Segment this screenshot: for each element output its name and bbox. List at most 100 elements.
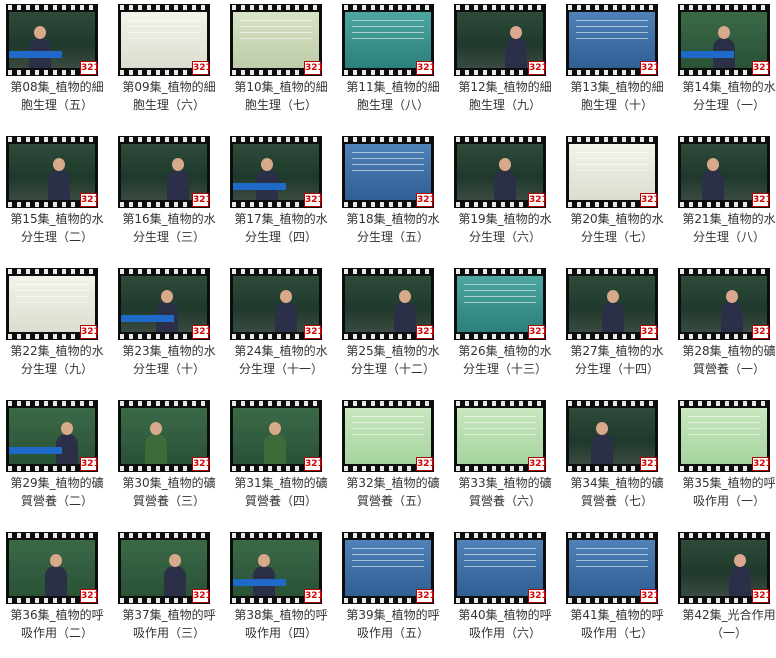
video-thumbnail[interactable]: 321 <box>230 400 322 472</box>
video-title-link[interactable]: 第36集_植物的呼 吸作用（二） <box>3 606 111 642</box>
video-title-link[interactable]: 第10集_植物的細 胞生理（七） <box>227 78 335 114</box>
video-thumbnail[interactable]: 321 <box>566 532 658 604</box>
video-thumbnail[interactable]: 321 <box>566 136 658 208</box>
video-title-link[interactable]: 第22集_植物的水 分生理（九） <box>3 342 111 378</box>
video-item[interactable]: 321 第34集_植物的礦 質營養（七） <box>563 396 675 526</box>
video-title-link[interactable]: 第42集_光合作用 （一） <box>675 606 776 642</box>
video-item[interactable]: 321 第28集_植物的礦 質營養（一） <box>675 264 776 394</box>
video-thumbnail[interactable]: 321 <box>6 136 98 208</box>
video-item[interactable]: 321 第12集_植物的細 胞生理（九） <box>451 0 563 130</box>
video-item[interactable]: 321 第24集_植物的水 分生理（十一） <box>227 264 339 394</box>
video-item[interactable]: 321 第18集_植物的水 分生理（五） <box>339 132 451 262</box>
video-thumbnail[interactable]: 321 <box>342 268 434 340</box>
video-item[interactable]: 321 第35集_植物的呼 吸作用（一） <box>675 396 776 526</box>
video-title-link[interactable]: 第31集_植物的礦 質營養（四） <box>227 474 335 510</box>
video-title-link[interactable]: 第35集_植物的呼 吸作用（一） <box>675 474 776 510</box>
video-title-link[interactable]: 第15集_植物的水 分生理（二） <box>3 210 111 246</box>
video-title-link[interactable]: 第09集_植物的細 胞生理（六） <box>115 78 223 114</box>
video-item[interactable]: 321 第37集_植物的呼 吸作用（三） <box>115 528 227 658</box>
video-item[interactable]: 321 第13集_植物的細 胞生理（十） <box>563 0 675 130</box>
video-item[interactable]: 321 第30集_植物的礦 質營養（三） <box>115 396 227 526</box>
video-title-link[interactable]: 第20集_植物的水 分生理（七） <box>563 210 671 246</box>
video-title-link[interactable]: 第12集_植物的細 胞生理（九） <box>451 78 559 114</box>
video-title-link[interactable]: 第16集_植物的水 分生理（三） <box>115 210 223 246</box>
video-title-link[interactable]: 第17集_植物的水 分生理（四） <box>227 210 335 246</box>
video-title-link[interactable]: 第21集_植物的水 分生理（八） <box>675 210 776 246</box>
video-item[interactable]: 321 第15集_植物的水 分生理（二） <box>3 132 115 262</box>
video-item[interactable]: 321 第42集_光合作用 （一） <box>675 528 776 658</box>
video-thumbnail[interactable]: 321 <box>230 532 322 604</box>
video-title-link[interactable]: 第24集_植物的水 分生理（十一） <box>227 342 335 378</box>
video-title-link[interactable]: 第37集_植物的呼 吸作用（三） <box>115 606 223 642</box>
video-thumbnail[interactable]: 321 <box>118 400 210 472</box>
video-item[interactable]: 321 第10集_植物的細 胞生理（七） <box>227 0 339 130</box>
video-title-link[interactable]: 第32集_植物的礦 質營養（五） <box>339 474 447 510</box>
video-thumbnail[interactable]: 321 <box>342 4 434 76</box>
video-item[interactable]: 321 第32集_植物的礦 質營養（五） <box>339 396 451 526</box>
video-title-link[interactable]: 第40集_植物的呼 吸作用（六） <box>451 606 559 642</box>
video-item[interactable]: 321 第38集_植物的呼 吸作用（四） <box>227 528 339 658</box>
video-thumbnail[interactable]: 321 <box>118 532 210 604</box>
video-thumbnail[interactable]: 321 <box>454 136 546 208</box>
video-thumbnail[interactable]: 321 <box>678 4 770 76</box>
video-thumbnail[interactable]: 321 <box>6 532 98 604</box>
video-thumbnail[interactable]: 321 <box>230 268 322 340</box>
video-thumbnail[interactable]: 321 <box>678 136 770 208</box>
video-item[interactable]: 321 第08集_植物的細 胞生理（五） <box>3 0 115 130</box>
video-title-link[interactable]: 第30集_植物的礦 質營養（三） <box>115 474 223 510</box>
video-thumbnail[interactable]: 321 <box>454 4 546 76</box>
video-thumbnail[interactable]: 321 <box>342 400 434 472</box>
video-item[interactable]: 321 第26集_植物的水 分生理（十三） <box>451 264 563 394</box>
video-thumbnail[interactable]: 321 <box>118 4 210 76</box>
video-item[interactable]: 321 第33集_植物的礦 質營養（六） <box>451 396 563 526</box>
video-item[interactable]: 321 第22集_植物的水 分生理（九） <box>3 264 115 394</box>
video-title-link[interactable]: 第08集_植物的細 胞生理（五） <box>3 78 111 114</box>
video-title-link[interactable]: 第13集_植物的細 胞生理（十） <box>563 78 671 114</box>
video-thumbnail[interactable]: 321 <box>342 532 434 604</box>
video-item[interactable]: 321 第27集_植物的水 分生理（十四） <box>563 264 675 394</box>
video-title-link[interactable]: 第23集_植物的水 分生理（十） <box>115 342 223 378</box>
video-item[interactable]: 321 第36集_植物的呼 吸作用（二） <box>3 528 115 658</box>
video-item[interactable]: 321 第14集_植物的水 分生理（一） <box>675 0 776 130</box>
video-title-link[interactable]: 第14集_植物的水 分生理（一） <box>675 78 776 114</box>
video-title-link[interactable]: 第34集_植物的礦 質營養（七） <box>563 474 671 510</box>
video-item[interactable]: 321 第19集_植物的水 分生理（六） <box>451 132 563 262</box>
video-item[interactable]: 321 第23集_植物的水 分生理（十） <box>115 264 227 394</box>
video-title-link[interactable]: 第38集_植物的呼 吸作用（四） <box>227 606 335 642</box>
video-thumbnail[interactable]: 321 <box>6 400 98 472</box>
video-title-link[interactable]: 第11集_植物的細 胞生理（八） <box>339 78 447 114</box>
video-thumbnail[interactable]: 321 <box>678 532 770 604</box>
video-thumbnail[interactable]: 321 <box>566 268 658 340</box>
video-title-link[interactable]: 第25集_植物的水 分生理（十二） <box>339 342 447 378</box>
video-thumbnail[interactable]: 321 <box>6 268 98 340</box>
video-title-link[interactable]: 第29集_植物的礦 質營養（二） <box>3 474 111 510</box>
video-item[interactable]: 321 第25集_植物的水 分生理（十二） <box>339 264 451 394</box>
video-item[interactable]: 321 第29集_植物的礦 質營養（二） <box>3 396 115 526</box>
video-thumbnail[interactable]: 321 <box>454 268 546 340</box>
video-item[interactable]: 321 第41集_植物的呼 吸作用（七） <box>563 528 675 658</box>
video-item[interactable]: 321 第16集_植物的水 分生理（三） <box>115 132 227 262</box>
video-title-link[interactable]: 第19集_植物的水 分生理（六） <box>451 210 559 246</box>
video-thumbnail[interactable]: 321 <box>566 4 658 76</box>
video-item[interactable]: 321 第39集_植物的呼 吸作用（五） <box>339 528 451 658</box>
video-thumbnail[interactable]: 321 <box>454 400 546 472</box>
video-item[interactable]: 321 第09集_植物的細 胞生理（六） <box>115 0 227 130</box>
video-title-link[interactable]: 第18集_植物的水 分生理（五） <box>339 210 447 246</box>
video-title-link[interactable]: 第39集_植物的呼 吸作用（五） <box>339 606 447 642</box>
video-thumbnail[interactable]: 321 <box>342 136 434 208</box>
video-title-link[interactable]: 第33集_植物的礦 質營養（六） <box>451 474 559 510</box>
video-item[interactable]: 321 第11集_植物的細 胞生理（八） <box>339 0 451 130</box>
video-thumbnail[interactable]: 321 <box>118 268 210 340</box>
video-title-link[interactable]: 第27集_植物的水 分生理（十四） <box>563 342 671 378</box>
video-item[interactable]: 321 第17集_植物的水 分生理（四） <box>227 132 339 262</box>
video-title-link[interactable]: 第41集_植物的呼 吸作用（七） <box>563 606 671 642</box>
video-thumbnail[interactable]: 321 <box>6 4 98 76</box>
video-thumbnail[interactable]: 321 <box>454 532 546 604</box>
video-item[interactable]: 321 第31集_植物的礦 質營養（四） <box>227 396 339 526</box>
video-item[interactable]: 321 第20集_植物的水 分生理（七） <box>563 132 675 262</box>
video-thumbnail[interactable]: 321 <box>230 4 322 76</box>
video-thumbnail[interactable]: 321 <box>118 136 210 208</box>
video-thumbnail[interactable]: 321 <box>230 136 322 208</box>
video-thumbnail[interactable]: 321 <box>566 400 658 472</box>
video-thumbnail[interactable]: 321 <box>678 268 770 340</box>
